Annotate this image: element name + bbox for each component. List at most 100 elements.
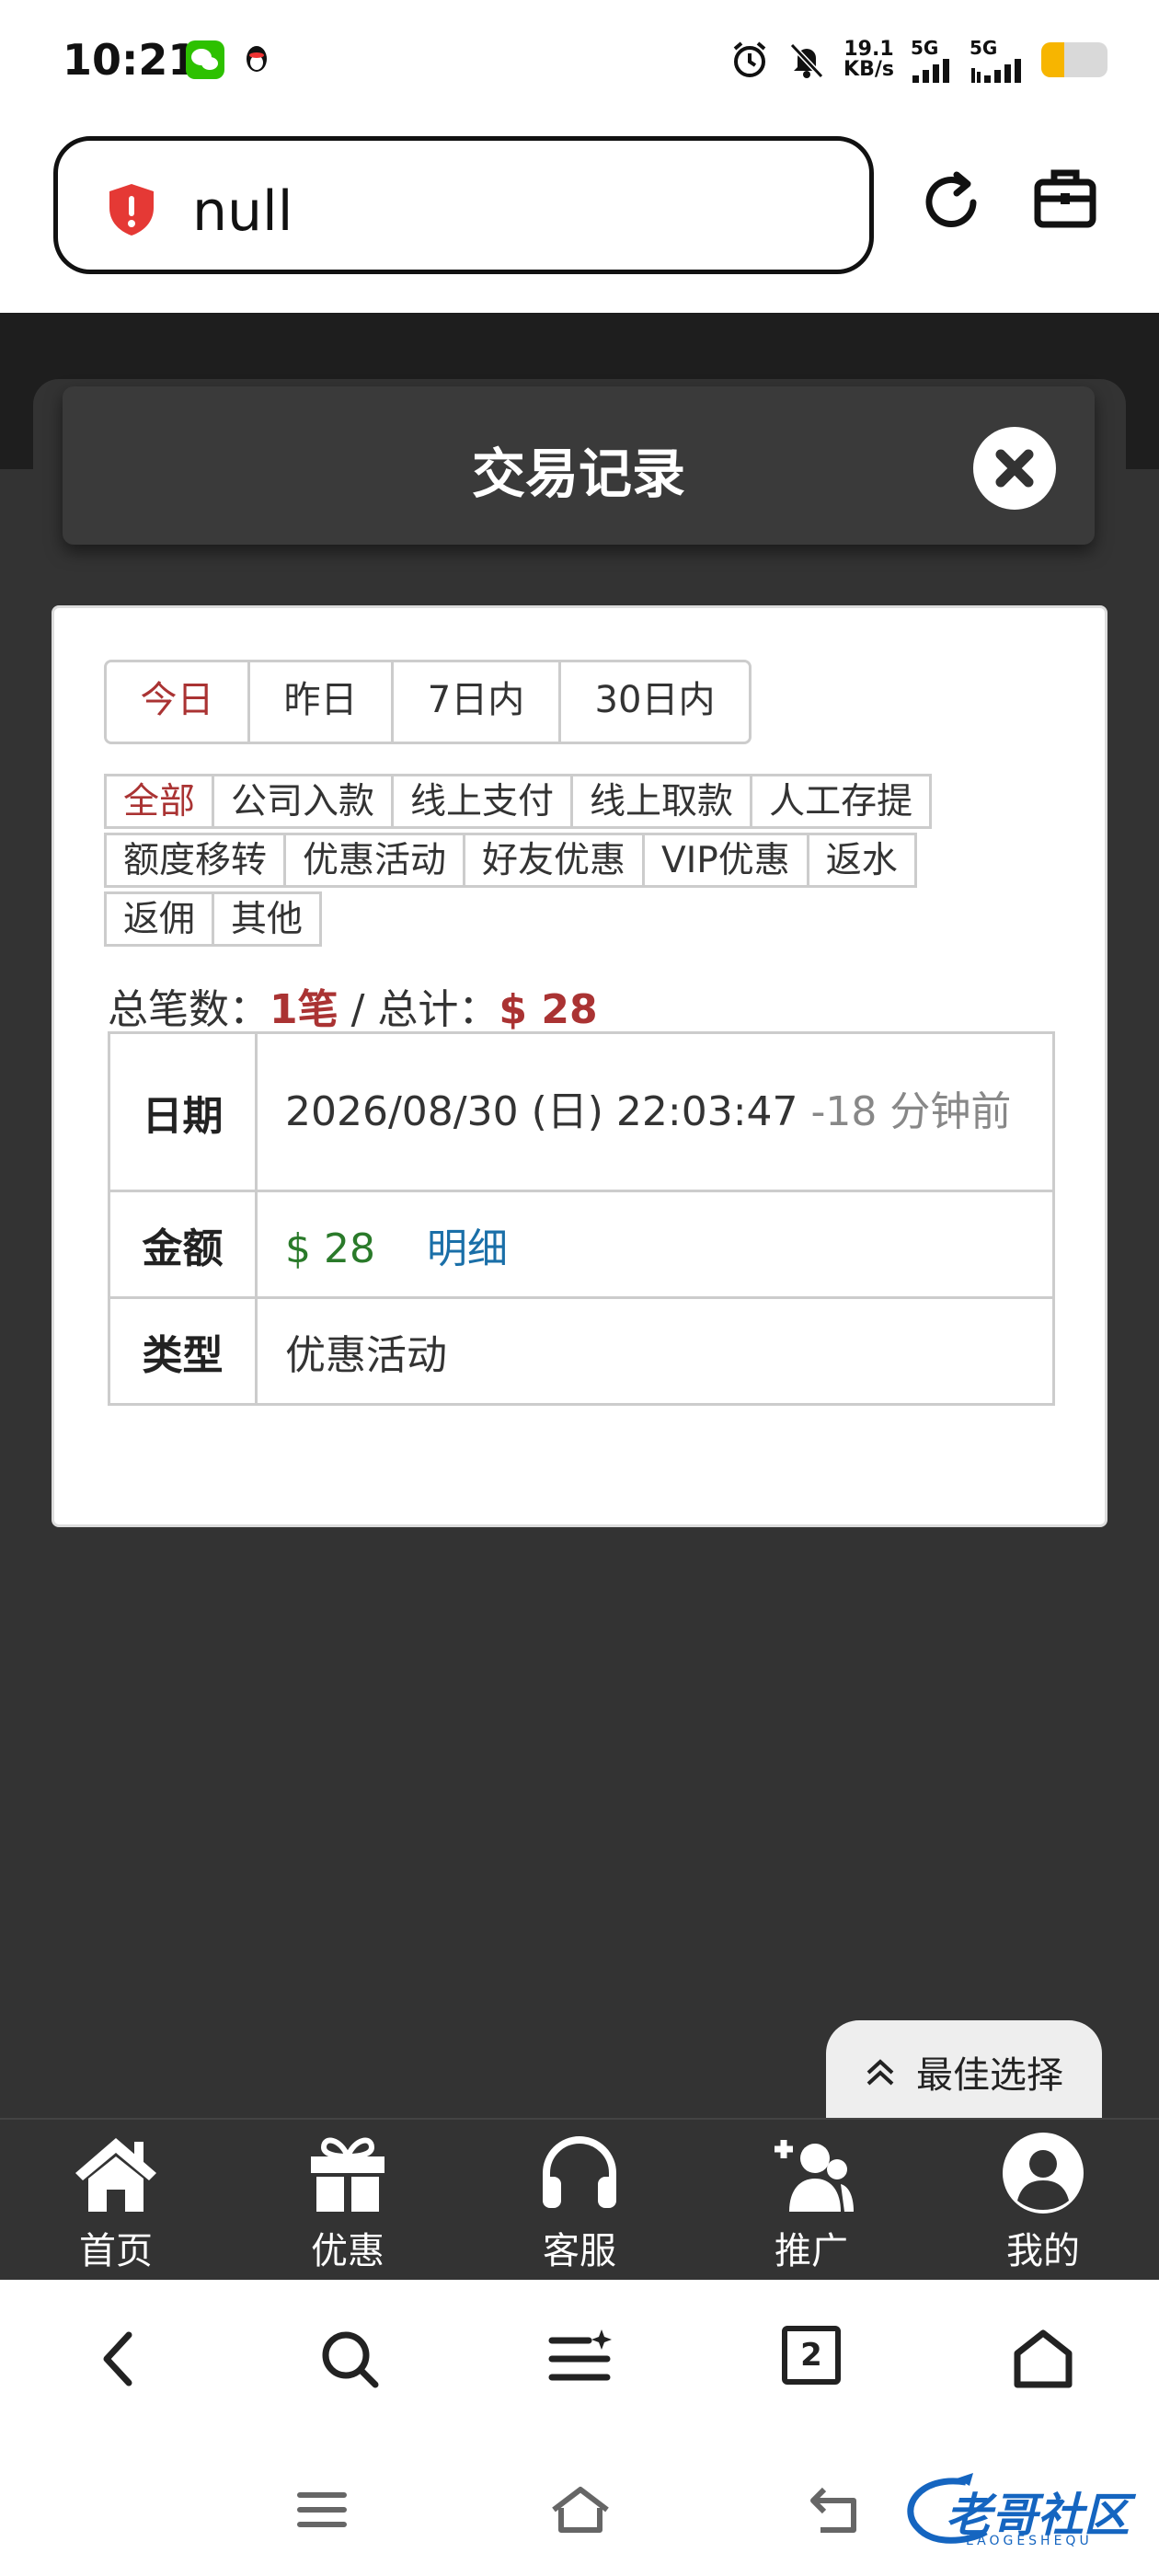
tag-all[interactable]: 全部 [104,774,215,829]
wechat-icon [186,40,224,79]
tag-commission[interactable]: 返佣 [104,891,215,947]
qq-icon [237,40,276,79]
nav-label: 推广 [775,2230,848,2272]
date-cell: 2026/08/30 (日) 22:03:47 -18 分钟前 [255,1031,1055,1192]
search-icon[interactable] [316,2326,383,2392]
watermark-subtext: LAOGESHEQU [966,2534,1093,2548]
app-bottom-nav: 首页 优惠 客服 推广 我的 [0,2118,1159,2280]
type-row: 返佣 其他 [104,891,1042,947]
nav-item-promo[interactable]: 优惠 [232,2120,464,2280]
browser-bottom-bar: 2 [0,2280,1159,2445]
close-icon [995,449,1034,488]
double-chevron-up-icon [866,2059,894,2086]
modal-title: 交易记录 [471,443,685,505]
amount-value: $ 28 [285,1225,375,1272]
address-bar[interactable]: null [53,136,874,274]
home-outline-icon[interactable] [1010,2326,1076,2392]
net-speed: 19.1 KB/s [843,40,894,80]
battery-icon [1041,42,1107,77]
transaction-card: 今日 昨日 7日内 30日内 全部 公司入款 线上支付 线上取款 人工存提 额度… [52,605,1107,1527]
reload-icon[interactable] [916,167,986,237]
shield-warning-icon[interactable] [106,182,157,237]
add-user-icon [775,2140,854,2212]
close-button[interactable] [973,427,1056,510]
type-row: 额度移转 优惠活动 好友优惠 VIP优惠 返水 [104,833,1042,888]
signal-1-label: 5G [911,37,939,59]
system-home-icon[interactable] [550,2482,611,2537]
tabs-button[interactable]: 2 [782,2326,841,2385]
type-filter-tags: 全部 公司入款 线上支付 线上取款 人工存提 额度移转 优惠活动 好友优惠 VI… [104,774,1042,950]
tag-promotion[interactable]: 优惠活动 [283,833,466,888]
table-row: 金额 $ 28 明细 [108,1190,1055,1299]
watermark-logo: 老哥社区 LAOGESHEQU [901,2471,1141,2554]
browser-address-row: null [0,129,1159,313]
signal-2: 5G [970,37,1025,83]
headset-icon [543,2136,616,2208]
tab-yesterday[interactable]: 昨日 [250,662,394,742]
tab-30-days[interactable]: 30日内 [561,662,749,742]
tag-friend-bonus[interactable]: 好友优惠 [463,833,646,888]
system-back-icon[interactable] [808,2482,863,2537]
summary-line: 总笔数：1笔 / 总计：$ 28 [108,976,598,1035]
page-content: 交易记录 今日 昨日 7日内 30日内 全部 公司入款 线上支付 线上取款 人工… [0,313,1159,2280]
tag-online-payment[interactable]: 线上支付 [391,774,574,829]
nav-label: 客服 [543,2230,616,2272]
home-icon [75,2138,156,2212]
date-filter-tabs: 今日 昨日 7日内 30日内 [104,660,752,744]
menu-sparkle-icon[interactable] [546,2326,616,2392]
system-nav: 老哥社区 LAOGESHEQU [0,2445,1159,2576]
tag-manual[interactable]: 人工存提 [750,774,933,829]
nav-label: 首页 [79,2230,153,2272]
nav-item-support[interactable]: 客服 [464,2120,695,2280]
gift-icon [311,2137,384,2212]
tag-transfer[interactable]: 额度移转 [104,833,287,888]
type-label: 类型 [108,1296,258,1406]
signal-1: 5G [911,37,953,83]
toolbox-icon[interactable] [1032,166,1098,232]
date-label: 日期 [108,1031,258,1192]
alarm-icon [733,41,766,77]
tag-other[interactable]: 其他 [212,891,323,947]
nav-item-profile[interactable]: 我的 [927,2120,1159,2280]
address-url[interactable]: null [192,179,293,244]
signal-bars-icon [912,59,949,83]
amount-cell: $ 28 明细 [255,1190,1055,1299]
tab-today[interactable]: 今日 [107,662,250,742]
type-row: 全部 公司入款 线上支付 线上取款 人工存提 [104,774,1042,829]
net-speed-value: 19.1 [843,38,894,61]
count-value: 1笔 [270,986,339,1033]
count-label: 总笔数： [108,986,270,1033]
tag-company-deposit[interactable]: 公司入款 [212,774,395,829]
summary-separator: / [338,986,378,1033]
best-choice-label: 最佳选择 [916,2054,1063,2097]
table-row: 日期 2026/08/30 (日) 22:03:47 -18 分钟前 [108,1031,1055,1192]
date-ago: -18 分钟前 [810,1087,1012,1135]
nav-item-referral[interactable]: 推广 [695,2120,927,2280]
type-value: 优惠活动 [255,1296,1055,1406]
status-indicators: 19.1 KB/s 5G 5G [729,37,1107,83]
date-value: 2026/08/30 (日) 22:03:47 [285,1087,798,1135]
signal-2-label: 5G [970,37,998,59]
nav-item-home[interactable]: 首页 [0,2120,232,2280]
recent-apps-icon[interactable] [294,2482,350,2537]
amount-label: 金额 [108,1190,258,1299]
modal-header: 交易记录 [63,386,1095,545]
status-bar: 10:21 19.1 KB/s 5G 5G [0,0,1159,129]
back-icon[interactable] [96,2326,140,2392]
tag-online-withdrawal[interactable]: 线上取款 [570,774,753,829]
net-speed-unit: KB/s [843,58,894,81]
mute-icon [789,42,824,79]
total-label: 总计： [377,986,499,1033]
total-value: $ 28 [499,986,598,1033]
tab-7-days[interactable]: 7日内 [394,662,561,742]
tag-vip-bonus[interactable]: VIP优惠 [642,833,809,888]
best-choice-button[interactable]: 最佳选择 [826,2020,1102,2123]
nav-label: 优惠 [311,2230,384,2272]
signal-bars-icon [971,59,1021,83]
battery-fill [1041,42,1065,77]
nav-label: 我的 [1006,2230,1080,2272]
tab-count: 2 [800,2337,822,2374]
user-icon [1003,2133,1084,2214]
detail-link[interactable]: 明细 [427,1225,508,1272]
tag-rebate[interactable]: 返水 [806,833,917,888]
